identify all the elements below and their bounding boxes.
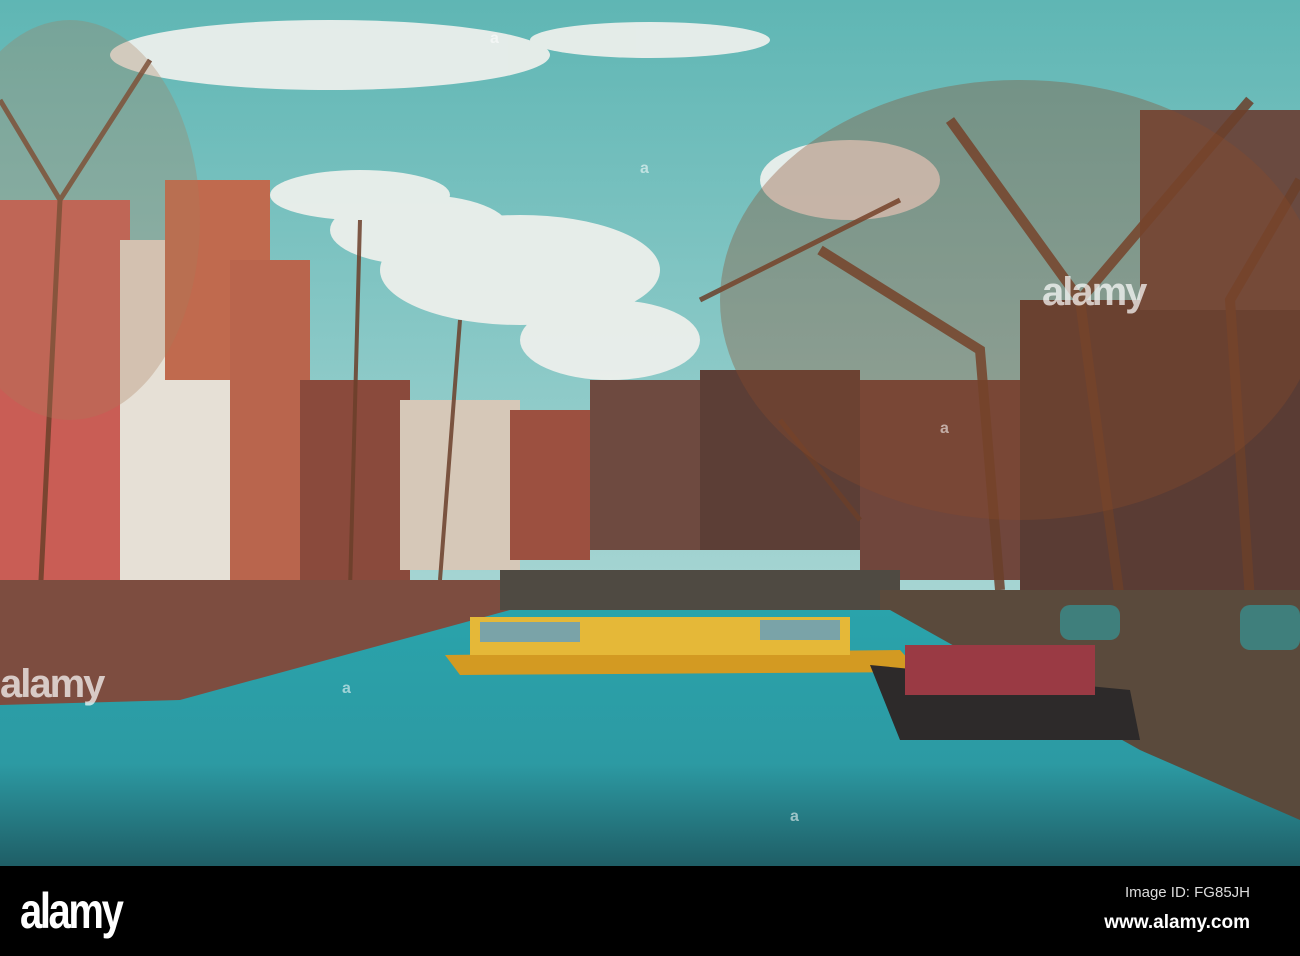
watermark-mark: a	[640, 160, 649, 177]
bridge	[500, 570, 900, 610]
site-url: www.alamy.com	[1104, 912, 1250, 933]
watermark-mark: a	[490, 30, 499, 47]
watermark-mark: a	[790, 808, 799, 825]
tour-boat	[445, 617, 920, 675]
watermark-mark: a	[940, 420, 949, 437]
watermark-logo: alamy	[1042, 270, 1147, 314]
alamy-logo: alamy	[20, 883, 124, 939]
tree-canopy-right	[720, 80, 1300, 520]
watermark-logo: alamy	[0, 662, 105, 706]
image-id: Image ID: FG85JH	[1124, 884, 1250, 901]
footer-bar: alamy Image ID: FG85JH www.alamy.com	[0, 866, 1300, 956]
stock-photo: alamy alamy a a a a a alamy Image ID: FG…	[0, 0, 1300, 956]
watermark-mark: a	[342, 680, 351, 697]
canal-photo	[0, 0, 1300, 866]
